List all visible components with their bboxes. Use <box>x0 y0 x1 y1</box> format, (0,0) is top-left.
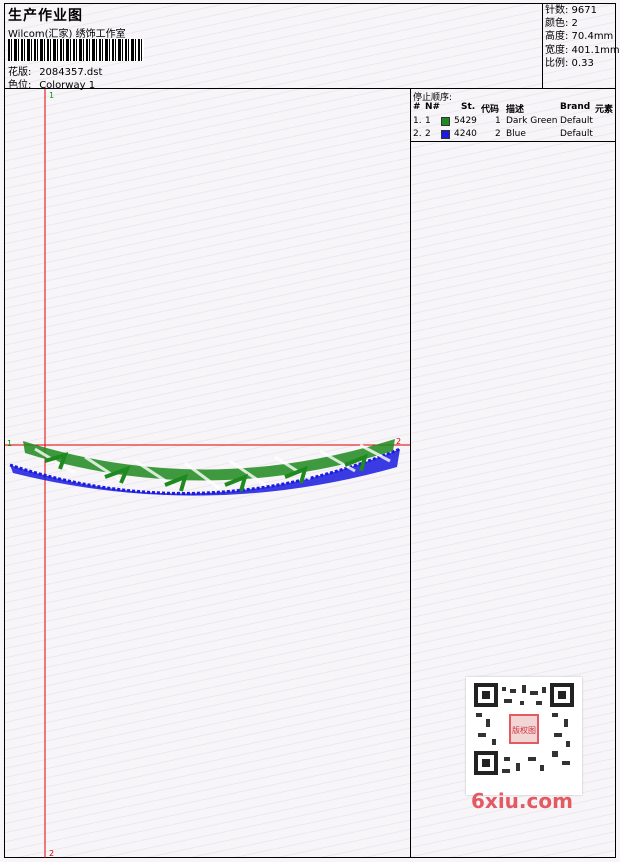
design-canvas: 1 2 1 2 <box>5 89 411 858</box>
color-count: 颜色: 2 <box>545 18 578 30</box>
design-height: 高度: 70.4mm <box>545 31 614 43</box>
qr-code: 版权图 <box>474 683 574 775</box>
row-description: Blue <box>506 129 526 139</box>
embroidery-preview: 1 2 1 2 <box>5 89 410 858</box>
row-number: 2 <box>425 129 431 139</box>
sheet-title: 生产作业图 <box>8 8 83 24</box>
color-swatch <box>441 130 450 139</box>
col-code: 代码 <box>481 105 500 115</box>
col-brand: Brand <box>560 102 591 112</box>
company-name: Wilcom(汇家) 绣饰工作室 <box>8 29 126 40</box>
row-brand: Default <box>560 129 593 139</box>
embroidery-design <box>9 439 401 496</box>
row-stitches: 5429 <box>454 116 477 126</box>
stats-panel: 针数: 9671 颜色: 2 高度: 70.4mm 宽度: 401.1mm 比例… <box>542 4 620 88</box>
col-st: St. <box>461 102 476 112</box>
col-n: N# <box>425 102 441 112</box>
stop-sequence-header: # N# St. 代码 描述 Brand 元素 <box>413 102 615 115</box>
stop-row: 1. 1 5429 1 Dark Green Default <box>413 116 615 128</box>
copyright-stamp-text: 版权图 <box>512 725 536 735</box>
design-scale: 比例: 0.33 <box>545 57 594 69</box>
barcode <box>8 39 144 61</box>
col-desc: 描述 <box>506 105 525 115</box>
row-index: 2. <box>413 129 422 139</box>
site-watermark: 6xiu.com <box>471 789 573 813</box>
row-code: 2 <box>495 129 501 139</box>
col-element: 元素 <box>595 105 614 115</box>
sheet-header: 生产作业图 Wilcom(汇家) 绣饰工作室 花版: 2084357.dst 色… <box>5 4 620 91</box>
color-swatch <box>441 117 450 126</box>
marker-right: 2 <box>396 437 401 446</box>
stitch-count: 针数: 9671 <box>545 5 597 16</box>
row-code: 1 <box>495 116 501 126</box>
qr-code-watermark: 版权图 <box>466 677 582 795</box>
row-description: Dark Green <box>506 116 558 126</box>
design-width: 宽度: 401.1mm <box>545 44 620 56</box>
marker-top: 1 <box>49 91 54 100</box>
col-hash: # <box>413 102 421 112</box>
row-index: 1. <box>413 116 422 126</box>
marker-left: 1 <box>7 439 12 448</box>
row-brand: Default <box>560 116 593 126</box>
stop-row: 2. 2 4240 2 Blue Default <box>413 129 615 141</box>
stop-sequence-panel: 停止顺序: # N# St. 代码 描述 Brand 元素 1. 1 5429 … <box>411 89 615 142</box>
row-stitches: 4240 <box>454 129 477 139</box>
row-number: 1 <box>425 116 431 126</box>
marker-bottom: 2 <box>49 849 54 858</box>
